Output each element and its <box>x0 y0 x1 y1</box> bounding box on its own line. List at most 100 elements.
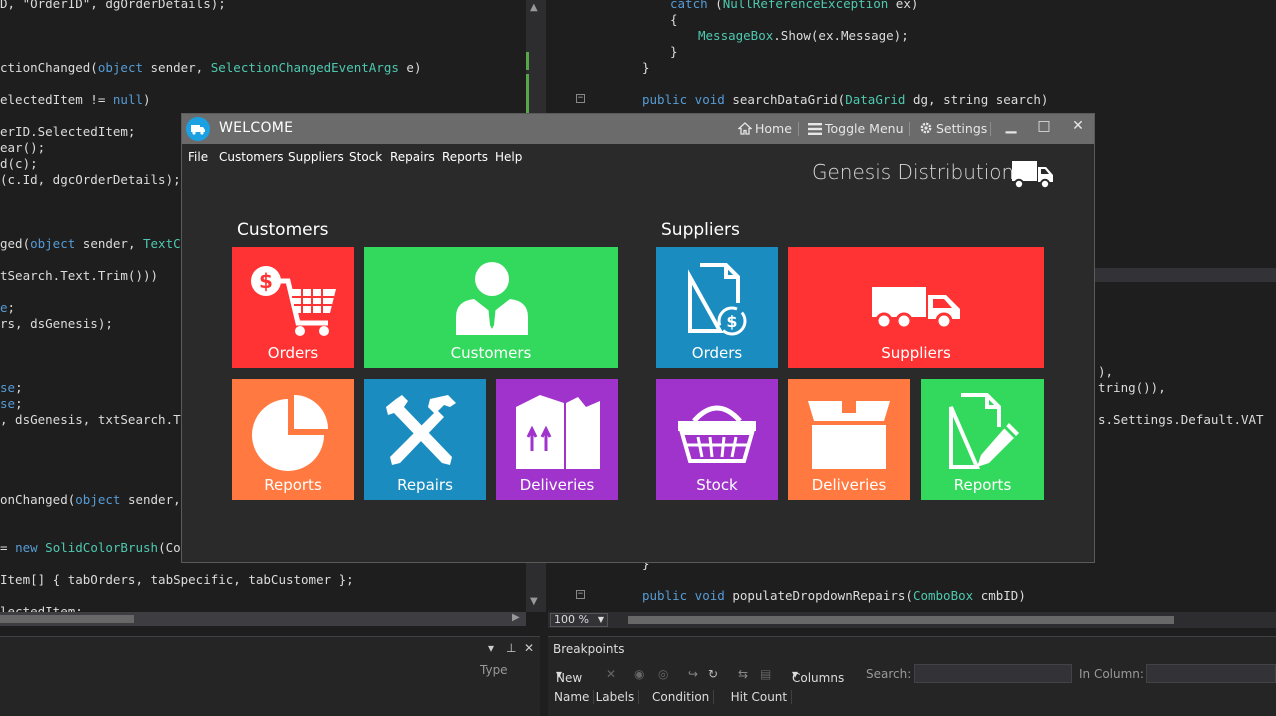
code-line[interactable]: ged(object sender, TextChan <box>0 236 203 252</box>
menu-stock[interactable]: Stock <box>349 150 382 164</box>
code-line[interactable]: ), <box>1098 364 1113 380</box>
code-line[interactable]: = new SolidColorBrush(Color <box>0 540 203 556</box>
settings-button[interactable]: Settings <box>919 121 987 138</box>
code-line[interactable]: Item[] { tabOrders, tabSpecific, tabCust… <box>0 572 354 588</box>
box-icon <box>808 401 890 469</box>
menu-file[interactable]: File <box>188 150 208 164</box>
horizontal-scrollbar-left[interactable]: ▶ <box>0 612 526 626</box>
export-icon[interactable]: ▤ <box>760 667 771 681</box>
column-header[interactable]: Name <box>550 690 595 704</box>
code-line[interactable]: s.Settings.Default.VAT <box>1098 412 1264 428</box>
minimize-icon[interactable]: ▁ <box>1001 118 1021 134</box>
code-line[interactable]: erID.SelectedItem; <box>0 124 135 140</box>
code-line[interactable]: , dsGenesis, txtSearch.Text <box>0 412 203 428</box>
code-line[interactable]: e; <box>0 300 15 316</box>
highlight-bar <box>1094 268 1276 282</box>
supplier-deliveries-tile[interactable]: Deliveries <box>788 379 910 500</box>
code-line[interactable]: tSearch.Text.Trim())) <box>0 268 158 284</box>
separator <box>798 122 799 136</box>
code-line[interactable]: catch (NullReferenceException ex) <box>670 0 918 12</box>
supplier-reports-tile[interactable]: Reports <box>921 379 1044 500</box>
code-line[interactable]: tring()), <box>1098 380 1166 396</box>
shopping-cart-icon: $ <box>251 266 336 336</box>
tile-label: Reports <box>953 476 1012 494</box>
suppliers-tile[interactable]: Suppliers <box>788 247 1044 368</box>
maximize-icon[interactable]: □ <box>1034 118 1054 134</box>
new-button[interactable]: New ▾ <box>556 667 582 685</box>
close-icon[interactable]: ✕ <box>1068 118 1088 134</box>
tile-label: Repairs <box>397 476 453 494</box>
delete-all-icon[interactable]: ◉ <box>634 667 644 681</box>
customer-reports-tile[interactable]: Reports <box>232 379 354 500</box>
stock-tile[interactable]: Stock <box>656 379 778 500</box>
code-line[interactable]: D, "OrderID", dgOrderDetails); <box>0 0 226 12</box>
code-line[interactable]: ear(); <box>0 140 45 156</box>
toggle-menu-button[interactable]: Toggle Menu <box>808 121 904 138</box>
pie-chart-icon <box>252 395 328 471</box>
code-line[interactable]: lectedItem; <box>0 604 83 612</box>
output-panel: ▾ ⊥ ✕ Type <box>0 636 540 716</box>
code-line[interactable]: } <box>642 60 650 76</box>
code-line[interactable]: ctionChanged(object sender, SelectionCha… <box>0 60 421 76</box>
toggle-icon[interactable]: ◎ <box>658 667 668 681</box>
brand-name: Genesis Distributions <box>812 160 1025 184</box>
code-line[interactable]: } <box>670 44 678 60</box>
toggle-menu-label: Toggle Menu <box>825 121 904 136</box>
scroll-thumb[interactable] <box>0 615 134 623</box>
delete-icon[interactable]: ✕ <box>606 667 616 681</box>
column-header[interactable]: Labels <box>592 690 640 704</box>
menu-help[interactable]: Help <box>495 150 522 164</box>
separator <box>990 122 991 136</box>
go-to-source-icon[interactable]: ↪ <box>688 667 698 681</box>
supplier-orders-tile[interactable]: $ Orders <box>656 247 778 368</box>
scroll-down-icon[interactable]: ▼ <box>530 596 538 607</box>
columns-button[interactable]: Columns ▾ <box>792 667 844 685</box>
column-header[interactable]: Condition <box>648 690 715 704</box>
scroll-thumb[interactable] <box>628 616 1174 624</box>
customer-orders-tile[interactable]: $ Orders <box>232 247 354 368</box>
home-button[interactable]: Home <box>737 121 792 138</box>
menu-customers[interactable]: Customers <box>219 150 284 164</box>
title-bar[interactable]: WELCOME Home Toggle Menu Settings ▁ □ ✕ <box>182 114 1094 144</box>
code-line[interactable]: public void searchDataGrid(DataGrid dg, … <box>642 92 1048 108</box>
in-column-label: In Column: <box>1079 667 1144 681</box>
code-line[interactable]: onChanged(object sender, Se <box>0 492 203 508</box>
tile-label: Suppliers <box>881 344 951 362</box>
import-icon[interactable]: ⇆ <box>738 667 748 681</box>
search-input[interactable] <box>914 664 1072 683</box>
horizontal-scrollbar-right[interactable]: 100 % ▼ <box>548 612 1276 628</box>
code-line[interactable]: { <box>670 12 678 28</box>
column-header[interactable]: Hit Count <box>727 690 793 704</box>
code-line[interactable]: se; <box>0 380 23 396</box>
scroll-right-icon[interactable]: ▶ <box>512 612 520 623</box>
refresh-icon[interactable]: ↻ <box>708 667 718 681</box>
code-line[interactable]: se; <box>0 396 23 412</box>
code-line[interactable]: MessageBox.Show(ex.Message); <box>698 28 909 44</box>
zoom-value: 100 % <box>554 613 589 626</box>
in-column-select[interactable] <box>1146 664 1276 683</box>
code-line[interactable]: (c.Id, dgcOrderDetails); <box>0 172 181 188</box>
menu-repairs[interactable]: Repairs <box>390 150 435 164</box>
breakpoints-toolbar: New ▾ ✕ ◉ ◎ ↪ ↻ ⇆ ▤ Columns ▾ Search: In… <box>548 663 1276 685</box>
repairs-tile[interactable]: Repairs <box>364 379 486 500</box>
pin-icon[interactable]: ⊥ <box>506 641 516 655</box>
dropdown-icon[interactable]: ▾ <box>488 641 494 655</box>
menu-reports[interactable]: Reports <box>442 150 488 164</box>
collapse-icon[interactable]: − <box>576 590 585 599</box>
close-icon[interactable]: ✕ <box>524 641 534 655</box>
customer-deliveries-tile[interactable]: Deliveries <box>496 379 618 500</box>
code-line[interactable]: d(c); <box>0 156 38 172</box>
search-label: Search: <box>866 667 912 681</box>
code-line[interactable]: public void populateDropdownRepairs(Comb… <box>642 588 1026 604</box>
menu-suppliers[interactable]: Suppliers <box>288 150 344 164</box>
edit-document-icon <box>949 393 1019 469</box>
zoom-select[interactable]: 100 % ▼ <box>550 613 608 627</box>
customers-tile[interactable]: Customers <box>364 247 618 368</box>
breakpoints-panel: Breakpoints New ▾ ✕ ◉ ◎ ↪ ↻ ⇆ ▤ Columns … <box>548 636 1276 716</box>
scroll-up-icon[interactable]: ▲ <box>530 2 538 13</box>
code-line[interactable]: rs, dsGenesis); <box>0 316 113 332</box>
collapse-icon[interactable]: − <box>576 94 585 103</box>
type-column-header[interactable]: Type <box>480 663 508 677</box>
truck-icon <box>872 287 960 329</box>
code-line[interactable]: electedItem != null) <box>0 92 151 108</box>
